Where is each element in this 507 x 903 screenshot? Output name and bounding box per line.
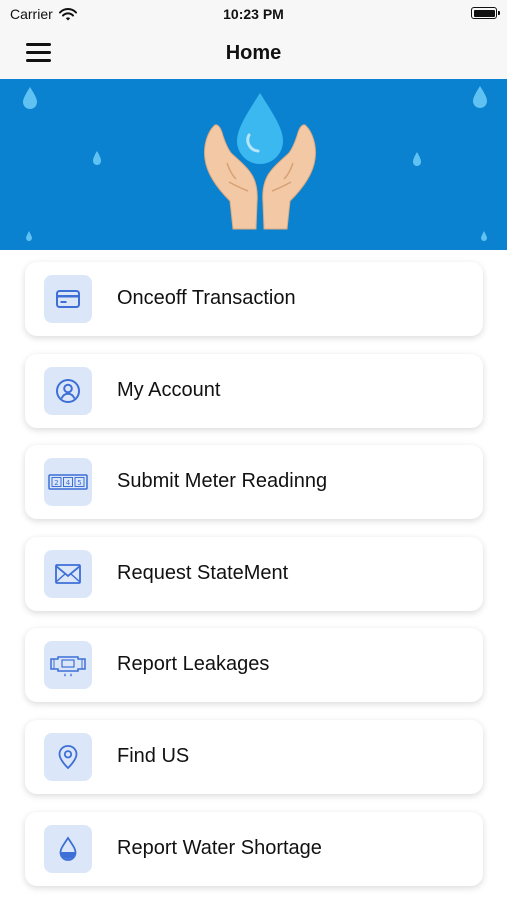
drop-icon [93, 151, 101, 165]
location-pin-icon [44, 732, 92, 781]
drop-icon [23, 87, 37, 109]
navigation-bar: Home [0, 28, 507, 79]
svg-text:5: 5 [77, 479, 81, 487]
user-circle-icon [44, 366, 92, 415]
water-drop-icon [44, 824, 92, 873]
menu-item-label: Onceoff Transaction [117, 287, 296, 309]
find-us-button[interactable]: Find US [25, 719, 483, 794]
drop-icon [473, 86, 487, 108]
onceoff-transaction-button[interactable]: Onceoff Transaction [25, 262, 483, 336]
meter-reading-icon: 2 4 5 [44, 458, 92, 507]
battery-icon [471, 7, 500, 19]
status-bar: Carrier 10:23 PM [0, 0, 507, 28]
menu-item-label: Find US [117, 744, 190, 767]
submit-meter-reading-button[interactable]: 2 4 5 Submit Meter Readinng [25, 445, 483, 520]
menu-item-label: Submit Meter Readinng [117, 470, 328, 493]
drop-icon [481, 231, 487, 241]
my-account-button[interactable]: My Account [25, 353, 483, 428]
request-statement-button[interactable]: Request StateMent [25, 536, 483, 611]
menu-item-label: Report Leakages [117, 653, 270, 676]
water-drop-icon [237, 93, 283, 164]
menu-item-label: Report Water Shortage [117, 836, 322, 859]
svg-text:2: 2 [54, 479, 58, 487]
home-menu-list: Onceoff Transaction My Account 2 4 5 Sub… [25, 262, 483, 903]
drop-icon [26, 231, 32, 241]
envelope-icon [44, 549, 92, 598]
hero-banner [0, 79, 507, 250]
report-water-shortage-button[interactable]: Report Water Shortage [25, 811, 483, 886]
menu-item-label: Request StateMent [117, 561, 289, 584]
drop-icon [413, 152, 421, 166]
report-leakages-button[interactable]: Report Leakages [25, 628, 483, 703]
credit-card-icon [44, 275, 92, 323]
svg-text:4: 4 [66, 479, 71, 487]
page-title: Home [225, 42, 282, 64]
status-time: 10:23 PM [223, 6, 284, 22]
banner-illustration [23, 86, 487, 241]
leaking-pipe-icon [44, 641, 92, 690]
menu-item-label: My Account [117, 378, 221, 401]
